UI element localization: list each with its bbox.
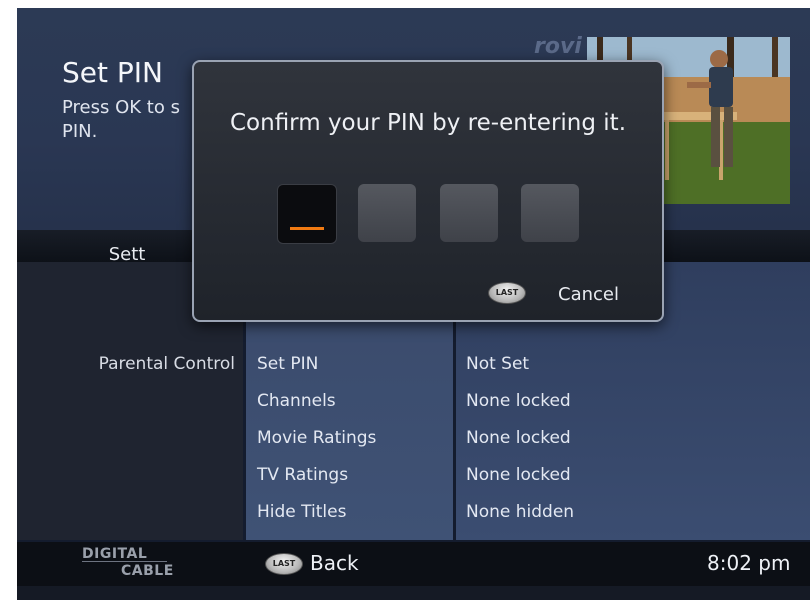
value-channels: None locked — [466, 391, 571, 411]
menu-item-set-pin[interactable]: Set PIN — [257, 354, 318, 374]
rovi-logo: rovi — [534, 34, 582, 59]
brand-digital: DIGITAL — [82, 546, 148, 562]
value-tv-ratings: None locked — [466, 465, 571, 485]
dialog-last-button-icon[interactable]: LAST — [488, 282, 526, 304]
pin-digit-1[interactable] — [277, 184, 337, 244]
brand-cable: CABLE — [121, 563, 174, 579]
footer-strip — [17, 586, 810, 600]
value-set-pin: Not Set — [466, 354, 530, 374]
back-label[interactable]: Back — [310, 551, 359, 575]
last-button-icon[interactable]: LAST — [265, 553, 303, 575]
menu-item-hide-titles[interactable]: Hide Titles — [257, 502, 346, 522]
menu-item-tv-ratings[interactable]: TV Ratings — [257, 465, 348, 485]
value-hide-titles: None hidden — [466, 502, 575, 522]
pin-confirm-dialog: Confirm your PIN by re-entering it. LAST… — [192, 60, 664, 322]
pin-digit-4[interactable] — [521, 184, 579, 242]
value-movie-ratings: None locked — [466, 428, 571, 448]
brand-divider — [82, 561, 167, 562]
category-parental-control[interactable]: Parental Control — [17, 354, 235, 374]
clock-time: 8:02 pm — [707, 551, 791, 575]
cancel-button[interactable]: Cancel — [558, 284, 619, 305]
tv-screen: Set PIN Press OK to s PIN. rovi Sett Par… — [17, 8, 810, 600]
dialog-message: Confirm your PIN by re-entering it. — [229, 110, 627, 136]
pin-cursor — [290, 227, 324, 230]
pin-digit-3[interactable] — [440, 184, 498, 242]
page-title: Set PIN — [62, 56, 163, 89]
pin-digit-2[interactable] — [358, 184, 416, 242]
menu-item-channels[interactable]: Channels — [257, 391, 336, 411]
menu-item-movie-ratings[interactable]: Movie Ratings — [257, 428, 376, 448]
